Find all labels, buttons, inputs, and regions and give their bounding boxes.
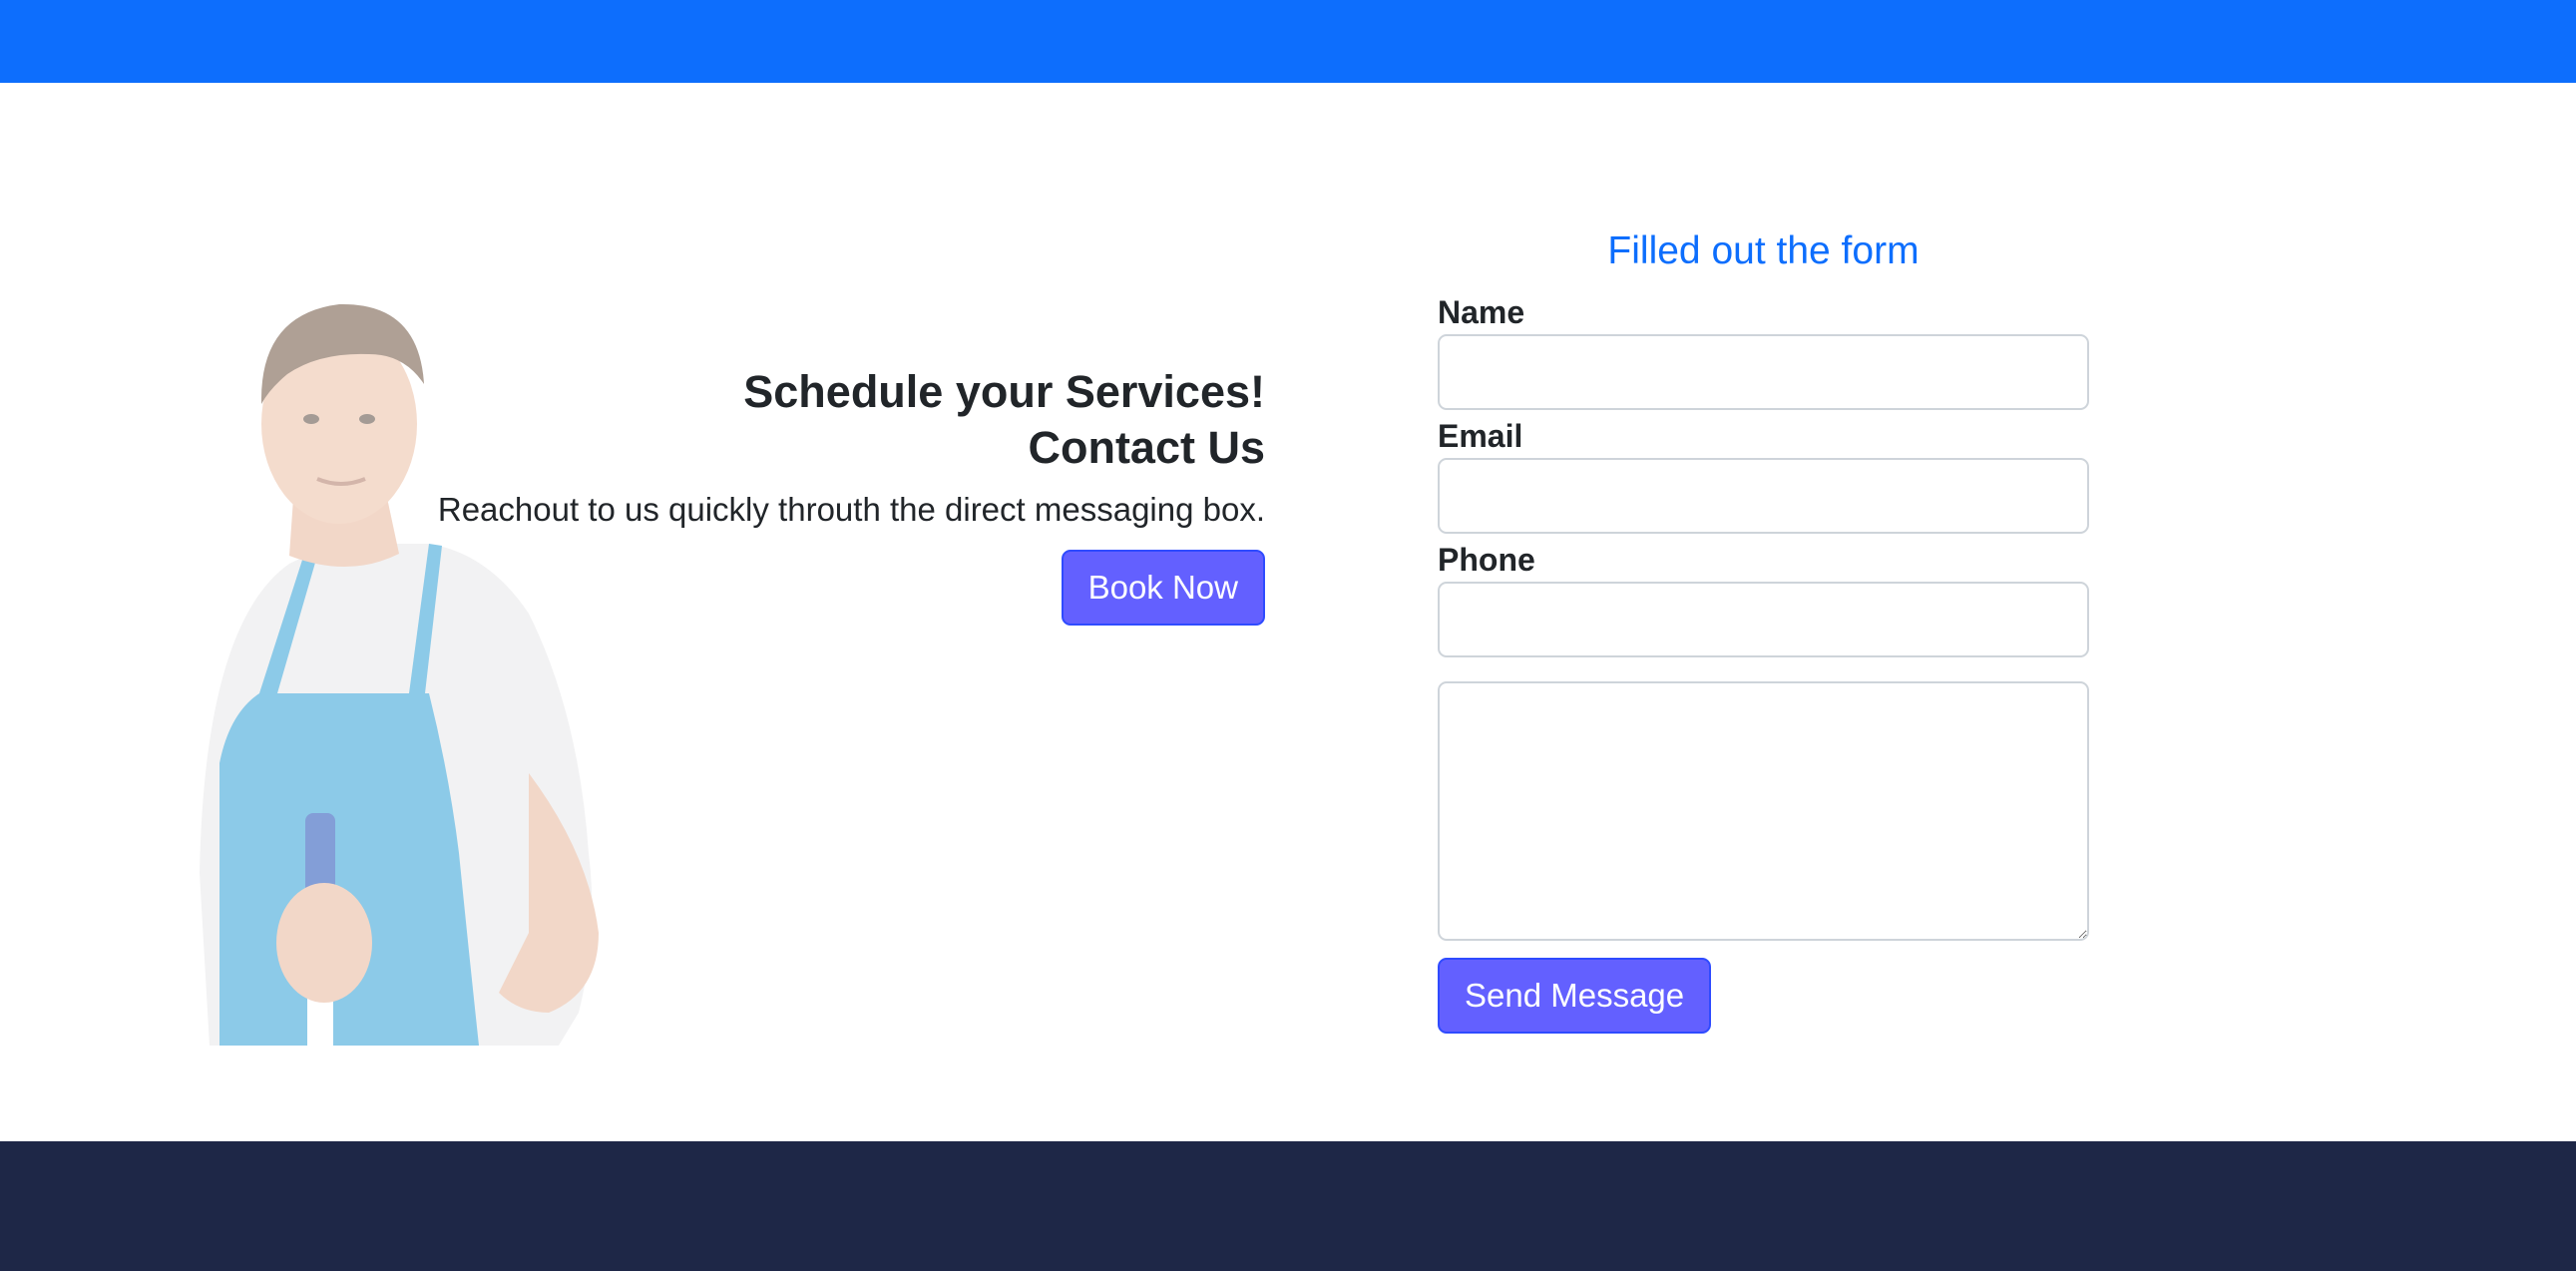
top-navbar	[0, 0, 2576, 83]
hero-title: Schedule your Services! Contact Us	[367, 364, 1265, 476]
message-textarea[interactable]	[1438, 681, 2089, 941]
book-now-button[interactable]: Book Now	[1061, 550, 1265, 626]
name-field[interactable]	[1438, 334, 2089, 410]
form-title: Filled out the form	[1607, 229, 1920, 272]
hero-section: Schedule your Services! Contact Us Reach…	[367, 364, 1265, 626]
email-label: Email	[1438, 418, 1523, 454]
send-message-button[interactable]: Send Message	[1438, 958, 1712, 1034]
hero-description: Reachout to us quickly throuth the direc…	[437, 491, 1265, 528]
hero-title-line2: Contact Us	[1028, 422, 1265, 473]
hero-title-line1: Schedule your Services!	[743, 366, 1265, 417]
name-label: Name	[1438, 294, 1525, 330]
email-field[interactable]	[1438, 458, 2089, 534]
contact-form: Filled out the form Name Email Phone Sen…	[1438, 224, 2089, 1034]
footer	[0, 1141, 2576, 1271]
phone-label: Phone	[1438, 542, 1535, 578]
phone-field[interactable]	[1438, 582, 2089, 657]
